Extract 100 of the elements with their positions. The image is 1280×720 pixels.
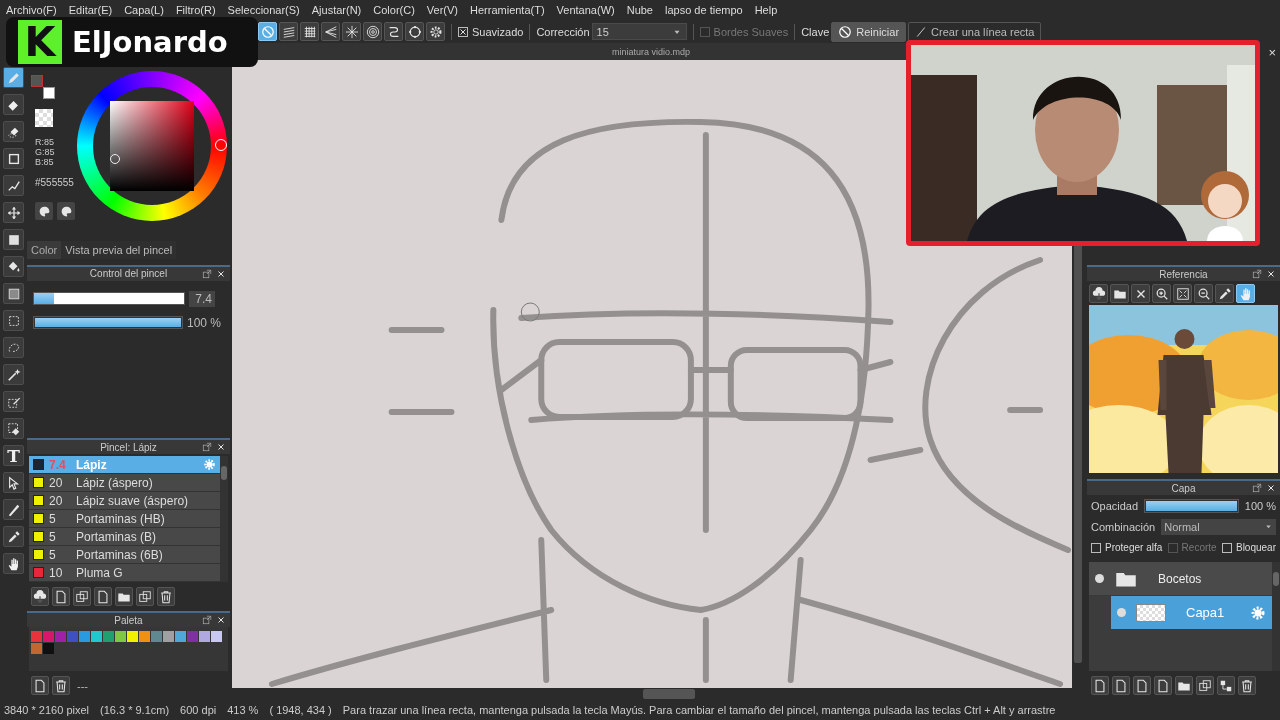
foreground-swatch[interactable] [31, 75, 43, 87]
trash-button[interactable] [1238, 676, 1256, 695]
grid-button[interactable] [300, 22, 319, 41]
trash-button[interactable] [157, 587, 175, 606]
saturation-square[interactable] [110, 101, 194, 191]
menu-item[interactable]: Capa(L) [118, 4, 170, 16]
zoom-in-button[interactable] [1152, 284, 1171, 303]
scrollbar-thumb[interactable] [1273, 572, 1279, 586]
brush-size-slider[interactable] [33, 292, 185, 306]
selection-pen-button[interactable] [3, 391, 24, 412]
pop-out-button[interactable] [1252, 269, 1262, 279]
page-button[interactable] [1091, 676, 1109, 695]
layer-folder[interactable]: Bocetos [1089, 562, 1272, 596]
merge-button[interactable] [1217, 676, 1235, 695]
color-swatch[interactable] [55, 631, 66, 642]
menu-item[interactable]: Ventana(W) [550, 4, 621, 16]
menu-item[interactable]: Herramienta(T) [464, 4, 551, 16]
color-swatch[interactable] [175, 631, 186, 642]
filled-square-button[interactable] [3, 229, 24, 250]
radial-lines-button[interactable] [342, 22, 361, 41]
close-button[interactable]: × [1264, 43, 1280, 62]
trash-button[interactable] [52, 676, 70, 695]
close-button[interactable] [1266, 483, 1276, 493]
pop-out-button[interactable] [202, 442, 212, 452]
color-swatch[interactable] [67, 631, 78, 642]
menu-item[interactable]: Seleccionar(S) [221, 4, 306, 16]
color-swatch[interactable] [139, 631, 150, 642]
blade-button[interactable] [3, 499, 24, 520]
transparent-swatch[interactable] [35, 109, 53, 127]
cloud-download-button[interactable] [31, 587, 49, 606]
folder-button[interactable] [1110, 284, 1129, 303]
pen-button[interactable] [3, 67, 24, 88]
eyedropper-button[interactable] [3, 526, 24, 547]
duplicate-button[interactable] [136, 587, 154, 606]
eraser-button[interactable] [3, 94, 24, 115]
correction-dropdown[interactable]: 15 [591, 23, 687, 40]
palette-button[interactable] [35, 202, 53, 220]
menu-item[interactable]: Color(C) [367, 4, 421, 16]
folder-button[interactable] [115, 587, 133, 606]
pop-out-button[interactable] [202, 615, 212, 625]
selection-eraser-button[interactable] [3, 418, 24, 439]
menu-item[interactable]: Ver(V) [420, 4, 464, 16]
scrollbar-thumb[interactable] [643, 689, 695, 699]
settings-button[interactable] [426, 22, 445, 41]
scrollbar-thumb[interactable] [1074, 243, 1082, 663]
menu-item[interactable]: Editar(E) [62, 4, 119, 16]
brush-item[interactable]: 10 Pluma G [29, 564, 220, 582]
close-button[interactable] [1266, 269, 1276, 279]
color-swatch[interactable] [115, 631, 126, 642]
menu-item[interactable]: Nube [620, 4, 659, 16]
reset-button[interactable]: Reiniciar [831, 21, 907, 42]
pop-out-button[interactable] [202, 268, 212, 279]
pointer-button[interactable] [3, 472, 24, 493]
close-button[interactable] [1131, 284, 1150, 303]
color-swatch[interactable] [79, 631, 90, 642]
fit-screen-button[interactable] [1173, 284, 1192, 303]
page-button[interactable] [1133, 676, 1151, 695]
ellipse-button[interactable] [405, 22, 424, 41]
color-swatch[interactable] [103, 631, 114, 642]
cloud-download-button[interactable] [1089, 284, 1108, 303]
brush-item[interactable]: 20 Lápiz suave (áspero) [29, 492, 220, 510]
hand-button[interactable] [3, 553, 24, 574]
page-button[interactable] [1112, 676, 1130, 695]
visibility-dot[interactable] [1117, 608, 1126, 617]
parallel-lines-button[interactable] [279, 22, 298, 41]
duplicate-button[interactable] [73, 587, 91, 606]
brush-item[interactable]: 20 Lápiz (áspero) [29, 474, 220, 492]
color-swatch[interactable] [199, 631, 210, 642]
scrollbar-thumb[interactable] [221, 466, 227, 480]
paint-bucket-button[interactable] [3, 256, 24, 277]
visibility-dot[interactable] [1095, 574, 1104, 583]
color-swatch[interactable] [163, 631, 174, 642]
panel-tab[interactable]: Vista previa del pincel [61, 240, 177, 259]
color-swatch[interactable] [127, 631, 138, 642]
magic-wand-button[interactable] [3, 364, 24, 385]
menu-item[interactable]: lapso de tiempo [659, 4, 749, 16]
move-button[interactable] [3, 202, 24, 223]
close-button[interactable] [216, 268, 226, 279]
page-button[interactable] [52, 587, 70, 606]
checkbox[interactable] [458, 26, 468, 37]
concentric-circles-button[interactable] [363, 22, 382, 41]
perspective-lines-button[interactable] [321, 22, 340, 41]
eyedropper-button[interactable] [1215, 284, 1234, 303]
folder-button[interactable] [1175, 676, 1193, 695]
color-swatch[interactable] [187, 631, 198, 642]
blend-mode-dropdown[interactable]: Normal [1161, 518, 1276, 535]
page-button[interactable] [1154, 676, 1172, 695]
color-swatch[interactable] [31, 643, 42, 654]
color-swatch[interactable] [91, 631, 102, 642]
curve-button[interactable] [384, 22, 403, 41]
gradient-button[interactable] [3, 283, 24, 304]
brush-item[interactable]: 5 Portaminas (6B) [29, 546, 220, 564]
color-swatch[interactable] [43, 631, 54, 642]
menu-item[interactable]: Archivo(F) [0, 4, 63, 16]
color-swatch[interactable] [43, 643, 54, 654]
close-button[interactable] [216, 442, 226, 452]
dashed-rectangle-button[interactable] [3, 310, 24, 331]
background-swatch[interactable] [43, 87, 55, 99]
scrollbar[interactable] [1272, 562, 1280, 671]
zoom-out-button[interactable] [1194, 284, 1213, 303]
